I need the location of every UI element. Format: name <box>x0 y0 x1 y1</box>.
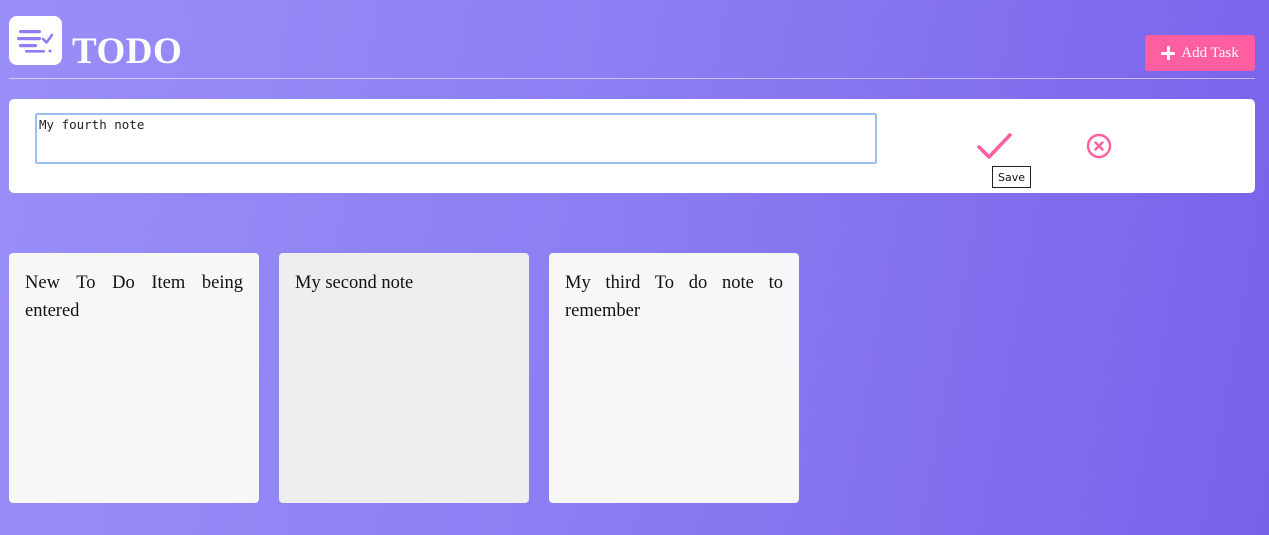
note-card[interactable]: My second note <box>279 253 529 503</box>
cancel-button[interactable] <box>1085 132 1113 160</box>
header-divider <box>9 78 1255 79</box>
note-card[interactable]: My third To do note to remember <box>549 253 799 503</box>
note-input[interactable] <box>35 113 877 164</box>
app-header: TODO Add Task <box>0 0 1269 79</box>
save-tooltip: Save <box>992 166 1031 188</box>
save-button[interactable] <box>976 127 1016 163</box>
page-title: TODO <box>72 31 183 72</box>
add-task-label: Add Task <box>1181 44 1239 61</box>
note-card[interactable]: New To Do Item being entered <box>9 253 259 503</box>
plus-icon <box>1161 46 1176 60</box>
note-editor <box>9 99 1255 193</box>
checklist-icon <box>17 30 54 53</box>
checkmark-icon <box>977 133 1012 159</box>
close-circle-icon <box>1086 133 1112 159</box>
add-task-button[interactable]: Add Task <box>1145 35 1255 71</box>
app-logo <box>9 16 62 65</box>
